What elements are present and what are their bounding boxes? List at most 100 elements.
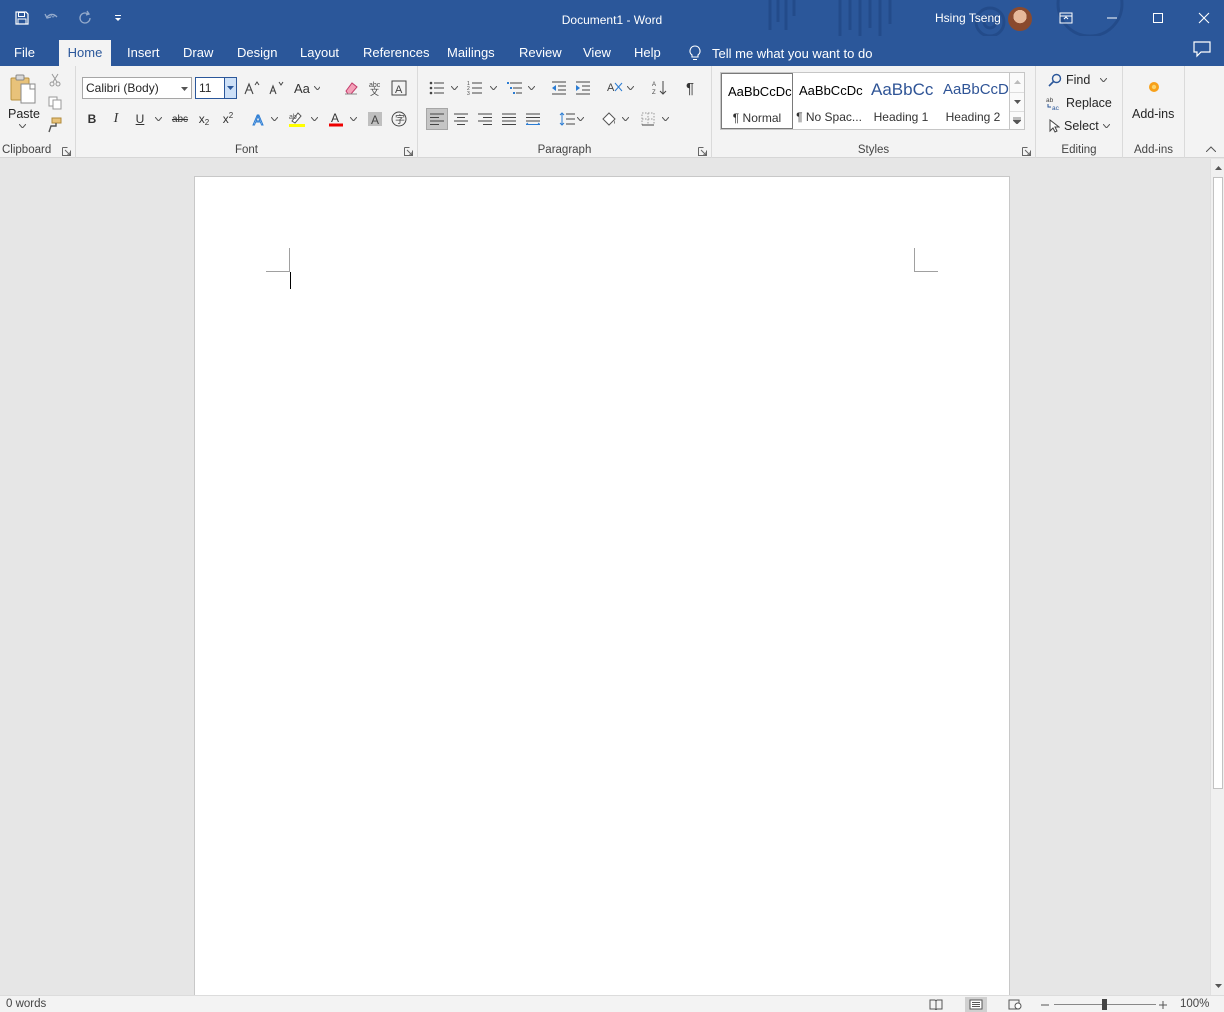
underline-dropdown-icon[interactable] [154,108,162,130]
replace-label[interactable]: Replace [1066,96,1112,110]
tab-draw[interactable]: Draw [175,40,221,66]
decrease-indent-icon[interactable] [548,77,570,99]
comments-icon[interactable] [1192,40,1216,62]
copy-icon[interactable] [44,92,66,114]
styles-scroll-up-icon[interactable] [1010,73,1024,91]
underline-icon[interactable]: U [129,108,151,130]
sort-icon[interactable]: AZ [648,77,670,99]
tab-view[interactable]: View [575,40,619,66]
replace-button[interactable]: ab ac Replace [1046,92,1112,114]
multilevel-list-dropdown-icon[interactable] [527,77,535,99]
justify-icon[interactable] [498,108,520,130]
select-label[interactable]: Select [1064,119,1099,133]
shrink-font-icon[interactable] [265,77,287,99]
style-heading-2[interactable]: AaBbCcD Heading 2 [937,73,1009,129]
tab-insert[interactable]: Insert [119,40,168,66]
font-name-value[interactable]: Calibri (Body) [86,81,159,95]
format-painter-icon[interactable] [44,114,66,136]
font-size-dropdown-icon[interactable] [224,78,236,98]
addins-icon[interactable] [1143,76,1165,98]
avatar[interactable] [1008,7,1032,31]
numbering-icon[interactable]: 123 [464,77,486,99]
character-border-icon[interactable]: A [388,77,410,99]
numbering-dropdown-icon[interactable] [489,77,497,99]
user-name[interactable]: Hsing Tseng [935,0,1001,36]
asian-layout-dropdown-icon[interactable] [626,77,634,99]
find-label[interactable]: Find [1066,73,1090,87]
phonetic-guide-icon[interactable]: abc 文 [364,77,386,99]
paste-label[interactable]: Paste [8,107,40,121]
styles-more-icon[interactable] [1010,111,1024,129]
shading-dropdown-icon[interactable] [621,108,629,130]
redo-icon[interactable] [72,4,100,32]
font-size-value[interactable]: 11 [199,81,211,95]
select-button[interactable]: Select [1048,115,1110,137]
character-shading-icon[interactable]: A [364,108,386,130]
scroll-down-icon[interactable] [1213,980,1223,992]
asian-layout-icon[interactable]: A [604,77,626,99]
bullets-dropdown-icon[interactable] [450,77,458,99]
grow-font-icon[interactable] [241,77,263,99]
font-launcher-icon[interactable] [404,145,413,156]
styles-scroll-down-icon[interactable] [1010,92,1024,110]
zoom-level[interactable]: 100% [1180,998,1209,1010]
print-layout-icon[interactable] [965,997,987,1012]
tab-design[interactable]: Design [229,40,285,66]
web-layout-icon[interactable] [1004,997,1026,1012]
scroll-up-icon[interactable] [1213,162,1223,174]
save-icon[interactable] [8,4,36,32]
zoom-in-icon[interactable] [1154,997,1172,1012]
highlight-icon[interactable]: ab [286,108,308,130]
styles-launcher-icon[interactable] [1022,145,1031,156]
paragraph-launcher-icon[interactable] [698,145,707,156]
superscript-icon[interactable]: x2 [217,108,239,130]
font-size-box[interactable]: 11 [195,77,237,99]
tab-layout[interactable]: Layout [292,40,347,66]
tab-mailings[interactable]: Mailings [439,40,503,66]
close-icon[interactable] [1181,0,1224,36]
font-color-icon[interactable]: A [325,108,347,130]
style-normal[interactable]: AaBbCcDc ¶ Normal [721,73,793,129]
scrollbar-thumb[interactable] [1213,177,1223,789]
find-dropdown-icon[interactable] [1100,78,1108,82]
addins-button-label[interactable]: Add-ins [1132,107,1174,121]
change-case-icon[interactable]: Aa [294,77,320,99]
tell-me-placeholder[interactable]: Tell me what you want to do [712,46,872,61]
multilevel-list-icon[interactable] [504,77,526,99]
clear-formatting-icon[interactable] [340,77,362,99]
paste-icon[interactable] [6,72,40,106]
text-effects-icon[interactable]: A [248,108,270,130]
read-mode-icon[interactable] [925,997,947,1012]
subscript-icon[interactable]: x2 [193,108,215,130]
style-no-spacing[interactable]: AaBbCcDc ¶ No Spac... [793,73,865,129]
paste-dropdown-icon[interactable] [18,120,26,132]
increase-indent-icon[interactable] [572,77,594,99]
tab-review[interactable]: Review [511,40,570,66]
font-name-box[interactable]: Calibri (Body) [82,77,192,99]
clipboard-launcher-icon[interactable] [62,145,71,156]
highlight-dropdown-icon[interactable] [310,108,318,130]
tab-file[interactable]: File [6,40,43,66]
collapse-ribbon-icon[interactable] [1203,142,1219,156]
style-heading-1[interactable]: AaBbCc Heading 1 [865,73,937,129]
maximize-icon[interactable] [1135,0,1181,36]
tab-home[interactable]: Home [59,40,111,66]
line-spacing-icon[interactable] [556,108,578,130]
borders-icon[interactable] [637,108,659,130]
ribbon-display-options-icon[interactable] [1043,0,1089,36]
text-effects-dropdown-icon[interactable] [270,108,278,130]
font-name-dropdown-icon[interactable] [181,87,188,91]
customize-qat-icon[interactable] [104,4,132,32]
borders-dropdown-icon[interactable] [661,108,669,130]
minimize-icon[interactable] [1089,0,1135,36]
align-left-icon[interactable] [426,108,448,130]
align-center-icon[interactable] [450,108,472,130]
bullets-icon[interactable] [426,77,448,99]
font-color-dropdown-icon[interactable] [349,108,357,130]
zoom-out-icon[interactable] [1036,997,1054,1012]
line-spacing-dropdown-icon[interactable] [576,108,584,130]
document-page[interactable] [194,176,1010,1006]
align-right-icon[interactable] [474,108,496,130]
tab-help[interactable]: Help [626,40,669,66]
tab-references[interactable]: References [355,40,437,66]
